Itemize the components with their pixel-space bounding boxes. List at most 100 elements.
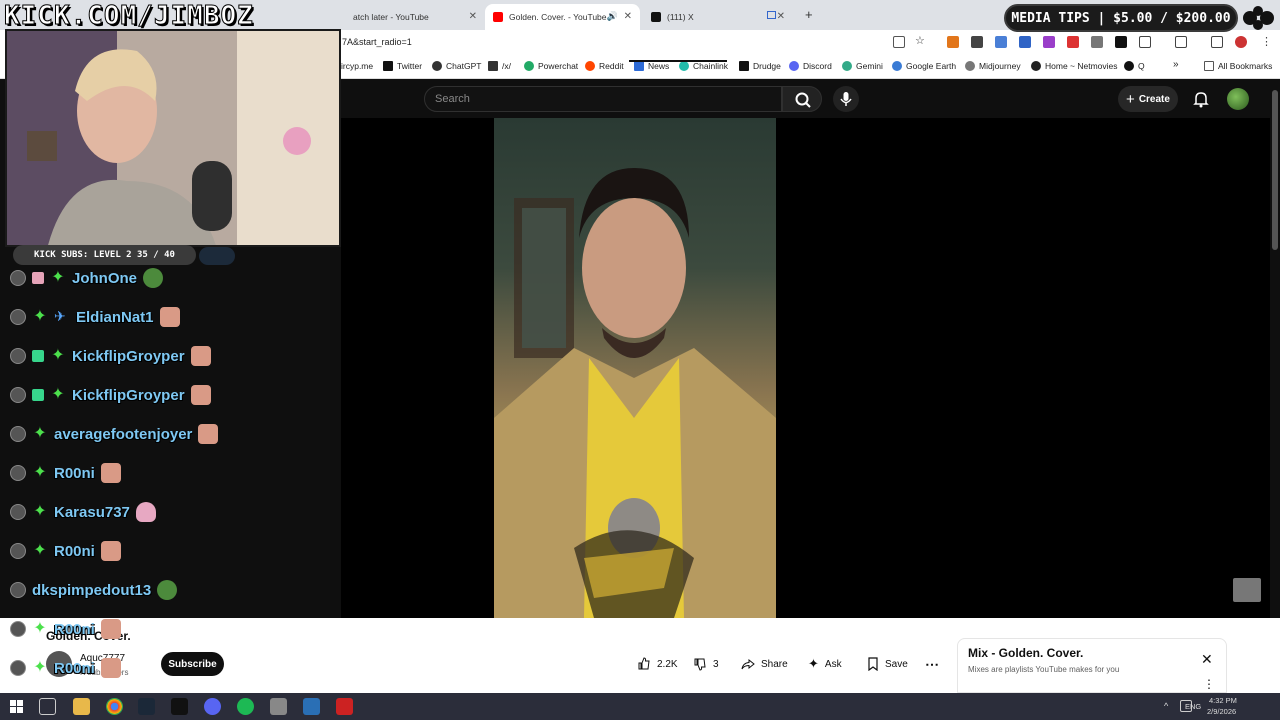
install-icon[interactable] xyxy=(893,36,905,48)
tray-chevron-icon[interactable]: ^ xyxy=(1164,701,1168,711)
extension-icon[interactable] xyxy=(995,36,1007,48)
close-icon[interactable]: ✕ xyxy=(469,11,477,22)
drudge-icon xyxy=(739,61,749,71)
x-icon[interactable] xyxy=(1115,36,1127,48)
bookmark[interactable]: Google Earth xyxy=(892,61,956,71)
mix-panel[interactable]: Mix - Golden. Cover. Mixes are playlists… xyxy=(957,638,1227,693)
bookmark[interactable]: Discord xyxy=(789,61,832,71)
bookmark[interactable]: Chainlink xyxy=(679,61,728,71)
extension-icon[interactable] xyxy=(1091,36,1103,48)
search-input[interactable]: Search xyxy=(424,86,782,112)
bookmark[interactable]: Q xyxy=(1124,61,1145,71)
search-icon xyxy=(795,92,811,108)
shield-icon[interactable] xyxy=(971,36,983,48)
file-explorer-icon[interactable] xyxy=(73,698,90,715)
chat-username[interactable]: Karasu737 xyxy=(54,504,130,521)
thumbnail[interactable] xyxy=(1233,578,1261,602)
tab-golden-cover[interactable]: Golden. Cover. - YouTube 🔊 ✕ xyxy=(485,4,640,30)
app-icon[interactable] xyxy=(303,698,320,715)
extension-icon[interactable] xyxy=(1019,36,1031,48)
chat-message: ✦ R00ni xyxy=(10,656,121,680)
notifications-button[interactable] xyxy=(1190,88,1212,110)
media-icon[interactable] xyxy=(1175,36,1187,48)
bookmark[interactable]: Drudge xyxy=(739,61,781,71)
chrome-icon[interactable] xyxy=(106,698,123,715)
chat-username[interactable]: dkspimpedout13 xyxy=(32,582,151,599)
sparkle-icon: ✦ xyxy=(33,659,47,676)
terminal-icon[interactable] xyxy=(171,698,188,715)
discord-icon[interactable] xyxy=(204,698,221,715)
stream-logo: KICK.COM/JIMBOZ xyxy=(4,1,254,32)
subscribe-button[interactable]: Subscribe xyxy=(161,652,224,676)
more-actions-icon[interactable]: ⋯ xyxy=(918,652,946,676)
profile-icon[interactable] xyxy=(1235,36,1247,48)
chat-username[interactable]: R00ni xyxy=(54,543,95,560)
bookmark[interactable]: /x/ xyxy=(488,61,511,71)
bookmark[interactable]: Home ~ Netmovies xyxy=(1031,61,1118,71)
tab-x[interactable]: (111) X ✕ xyxy=(643,4,793,30)
all-bookmarks[interactable]: All Bookmarks xyxy=(1204,61,1272,71)
scrollbar[interactable] xyxy=(1270,80,1280,693)
chat-username[interactable]: KickflipGroyper xyxy=(72,348,185,365)
save-button[interactable]: Save xyxy=(859,652,916,676)
video-player[interactable] xyxy=(341,118,1270,618)
bookmark[interactable]: Twitter xyxy=(383,61,422,71)
more-vert-icon[interactable]: ⋮ xyxy=(1203,677,1215,691)
extension-icon[interactable] xyxy=(1043,36,1055,48)
menu-icon[interactable]: ⋮ xyxy=(1261,35,1272,48)
reading-list-icon[interactable] xyxy=(1211,36,1223,48)
share-button[interactable]: Share xyxy=(733,652,796,676)
bookmark-label: Midjourney xyxy=(979,61,1021,71)
sword-icon: ✈ xyxy=(54,308,66,324)
chat-username[interactable]: R00ni xyxy=(54,621,95,638)
star-icon[interactable]: ☆ xyxy=(915,34,927,47)
bookmark[interactable]: Reddit xyxy=(585,61,624,71)
webcam-feed xyxy=(5,29,341,247)
steam-icon[interactable] xyxy=(138,698,155,715)
bookmark[interactable]: News xyxy=(634,61,669,71)
clock-time[interactable]: 4:32 PM xyxy=(1209,696,1237,705)
app-icon[interactable] xyxy=(336,698,353,715)
task-view-icon[interactable] xyxy=(39,698,56,715)
bookmark[interactable]: Powerchat xyxy=(524,61,578,71)
create-button[interactable]: + Create xyxy=(1118,86,1178,112)
bookmark[interactable]: Midjourney xyxy=(965,61,1021,71)
dislike-button[interactable]: 3 xyxy=(685,652,727,676)
chat-username[interactable]: R00ni xyxy=(54,660,95,677)
extension-icon[interactable] xyxy=(1067,36,1079,48)
like-button[interactable]: 2.2K xyxy=(629,652,686,676)
bookmark[interactable]: ircyp.me xyxy=(341,61,373,71)
new-tab-icon[interactable]: + xyxy=(805,7,813,22)
metamask-icon[interactable] xyxy=(947,36,959,48)
bookmark[interactable]: Gemini xyxy=(842,61,883,71)
chat-username[interactable]: EldianNat1 xyxy=(76,309,154,326)
url-text[interactable]: 7A&start_radio=1 xyxy=(342,37,412,47)
chat-username[interactable]: JohnOne xyxy=(72,270,137,287)
language-indicator[interactable]: ENG xyxy=(1185,702,1201,711)
windows-start-icon[interactable] xyxy=(8,698,25,715)
search-button[interactable] xyxy=(782,86,822,112)
app-icon[interactable] xyxy=(270,698,287,715)
gemini-icon xyxy=(842,61,852,71)
avatar[interactable] xyxy=(1227,88,1249,110)
puzzle-icon[interactable] xyxy=(1139,36,1151,48)
more-bookmarks-icon[interactable]: » xyxy=(1173,59,1179,70)
bookmark-label: Drudge xyxy=(753,61,781,71)
reddit-icon xyxy=(585,61,595,71)
close-icon[interactable]: ✕ xyxy=(624,11,632,22)
speaker-icon[interactable]: 🔊 xyxy=(607,11,618,22)
scrollbar-thumb[interactable] xyxy=(1272,90,1278,250)
bookmark[interactable]: ChatGPT xyxy=(432,61,481,71)
video-frame[interactable] xyxy=(494,118,776,618)
close-icon[interactable]: ✕ xyxy=(1201,651,1213,668)
ask-button[interactable]: ✦ Ask xyxy=(800,652,850,676)
chat-username[interactable]: KickflipGroyper xyxy=(72,387,185,404)
spotify-icon[interactable] xyxy=(237,698,254,715)
voice-search-button[interactable] xyxy=(833,86,859,112)
chat-username[interactable]: averagefootenjoyer xyxy=(54,426,192,443)
clock-date[interactable]: 2/9/2026 xyxy=(1207,707,1236,716)
close-icon[interactable]: ✕ xyxy=(777,11,785,22)
badge-icon xyxy=(10,543,26,559)
chat-username[interactable]: R00ni xyxy=(54,465,95,482)
tab-watch-later[interactable]: atch later - YouTube ✕ xyxy=(345,4,485,30)
